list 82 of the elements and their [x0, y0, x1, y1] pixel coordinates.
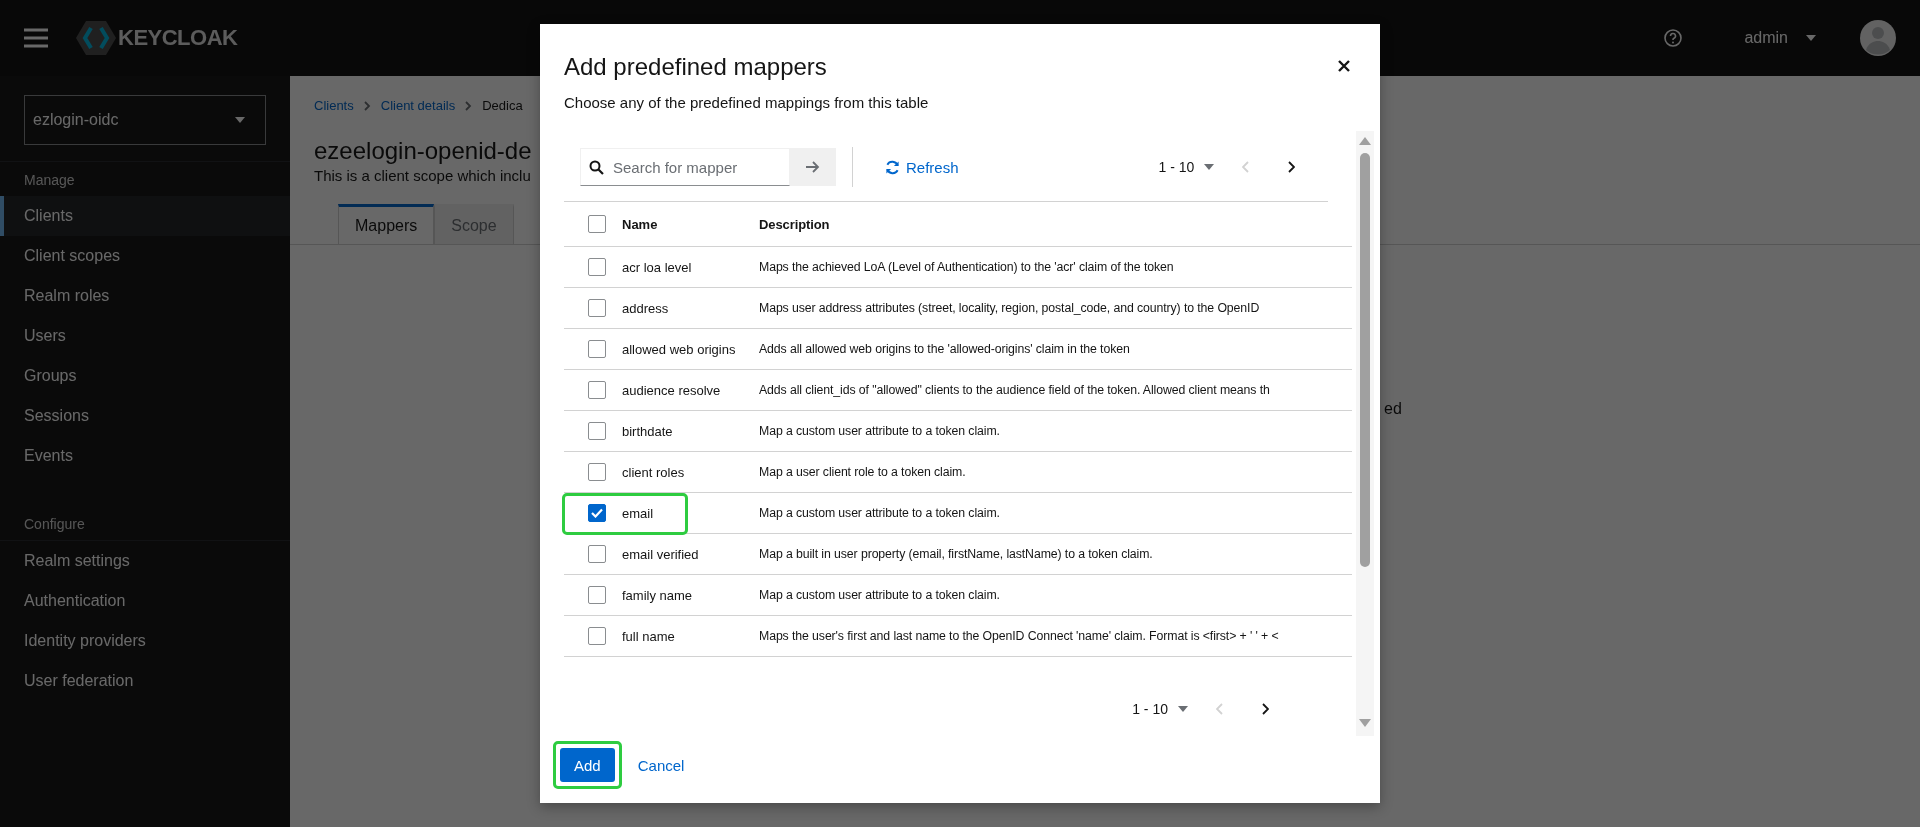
search-field[interactable]: Search for mapper — [580, 148, 790, 186]
column-header: Description — [759, 216, 830, 232]
mapper-description: Map a built in user property (email, firstName, lastName) to a token claim. — [759, 547, 1153, 561]
chevron-left-icon — [1241, 161, 1249, 173]
mapper-name: client roles — [622, 464, 686, 480]
nav-section-title: Manage — [23, 171, 76, 190]
realm-dropdown[interactable]: ezlogin-oidc — [24, 95, 266, 145]
checkbox[interactable] — [588, 504, 606, 522]
mapper-description: Map a custom user attribute to a token claim. — [759, 506, 1000, 520]
per-page-dropdown[interactable]: 1 - 10 — [1150, 159, 1223, 175]
arrow-right-icon — [806, 161, 820, 173]
chevron-icon — [465, 100, 473, 111]
nav-item[interactable]: User federation — [0, 661, 290, 701]
caret-icon — [1204, 164, 1215, 170]
menu-icon[interactable] — [24, 28, 48, 48]
checkbox[interactable] — [588, 627, 606, 645]
search-icon — [589, 160, 604, 175]
chevron-icon — [363, 100, 371, 111]
checkbox[interactable] — [588, 422, 606, 440]
column-header: Name — [622, 216, 659, 232]
chevron-right-icon — [1287, 161, 1295, 173]
help-icon[interactable] — [1664, 29, 1683, 47]
checkbox[interactable] — [588, 545, 606, 563]
nav-item[interactable]: Realm roles — [0, 276, 290, 316]
dialog-subtitle: Choose any of the predefined mappings from this table — [564, 94, 929, 111]
mapper-description: Maps the user's first and last name to the OpenID Connect 'name' claim. Format is <first> + ' ' + < — [759, 629, 1279, 643]
caret-icon — [1806, 35, 1816, 41]
mapper-description: Maps the achieved LoA (Level of Authentication) to the 'acr' claim of the token — [759, 260, 1174, 274]
breadcrumb-current: Dedica — [482, 98, 523, 113]
checkbox[interactable] — [588, 215, 606, 233]
mapper-description: Maps user address attributes (street, locality, region, postal_code, and country) to the OpenID — [759, 301, 1260, 315]
mapper-name: email — [622, 505, 655, 521]
mapper-description: Map a custom user attribute to a token claim. — [759, 588, 1000, 602]
add-button[interactable]: Add — [560, 748, 615, 782]
mapper-description: Map a custom user attribute to a token claim. — [759, 424, 1000, 438]
mapper-name: birthdate — [622, 423, 674, 439]
mapper-name: full name — [622, 628, 676, 644]
checkbox[interactable] — [588, 586, 606, 604]
avatar-icon[interactable] — [1860, 20, 1896, 56]
nav-item[interactable]: Clients — [0, 196, 290, 236]
page-subtitle: This is a client scope which inclu — [314, 167, 531, 184]
checkbox[interactable] — [588, 463, 606, 481]
nav-item[interactable]: Identity providers — [0, 621, 290, 661]
mapper-name: acr loa level — [622, 259, 693, 275]
search-button[interactable] — [790, 148, 836, 186]
refresh-button[interactable]: Refresh — [877, 158, 967, 176]
tab[interactable]: Mappers — [338, 204, 435, 244]
checkbox[interactable] — [588, 299, 606, 317]
breadcrumb-link[interactable]: Client details — [380, 98, 456, 113]
mapper-name: family name — [622, 587, 694, 603]
cancel-link[interactable]: Cancel — [631, 748, 691, 782]
user-menu[interactable]: admin — [1744, 29, 1816, 47]
mapper-description: Map a user client role to a token claim. — [759, 465, 966, 479]
nav-item[interactable]: Authentication — [0, 581, 290, 621]
chevron-left-icon — [1215, 703, 1223, 715]
nav-item[interactable]: Users — [0, 316, 290, 356]
caret-icon — [1178, 706, 1188, 712]
dialog-title: Add predefined mappers — [564, 52, 827, 82]
mapper-description: Adds all allowed web origins to the 'allowed-origins' claim in the token — [759, 342, 1130, 356]
logo-text: KEYCLOAK — [118, 25, 238, 51]
mapper-description: Adds all client_ids of "allowed" clients to the audience field of the token. Allowed client means th — [759, 383, 1270, 397]
checkbox[interactable] — [588, 381, 606, 399]
checkbox[interactable] — [588, 340, 606, 358]
checkbox[interactable] — [588, 258, 606, 276]
page-title: ezeelogin-openid-de — [314, 136, 532, 166]
chevron-right-icon — [1261, 703, 1269, 715]
logo-icon — [76, 20, 116, 56]
nav-item[interactable]: Events — [0, 436, 290, 476]
nav-item[interactable]: Sessions — [0, 396, 290, 436]
nav-item[interactable]: Groups — [0, 356, 290, 396]
empty-state-text: ed — [1384, 400, 1402, 418]
caret-icon — [235, 117, 245, 123]
per-page-dropdown[interactable]: 1 - 10 — [1124, 701, 1196, 717]
mapper-name: address — [622, 300, 670, 316]
scrollbar[interactable] — [1356, 131, 1374, 736]
refresh-icon — [885, 159, 900, 175]
mapper-name: allowed web origins — [622, 341, 737, 357]
nav-item[interactable]: Client scopes — [0, 236, 290, 276]
mapper-name: email verified — [622, 546, 700, 562]
nav-item[interactable]: Realm settings — [0, 541, 290, 581]
mapper-name: audience resolve — [622, 382, 722, 398]
breadcrumb-link[interactable]: Clients — [314, 98, 354, 113]
